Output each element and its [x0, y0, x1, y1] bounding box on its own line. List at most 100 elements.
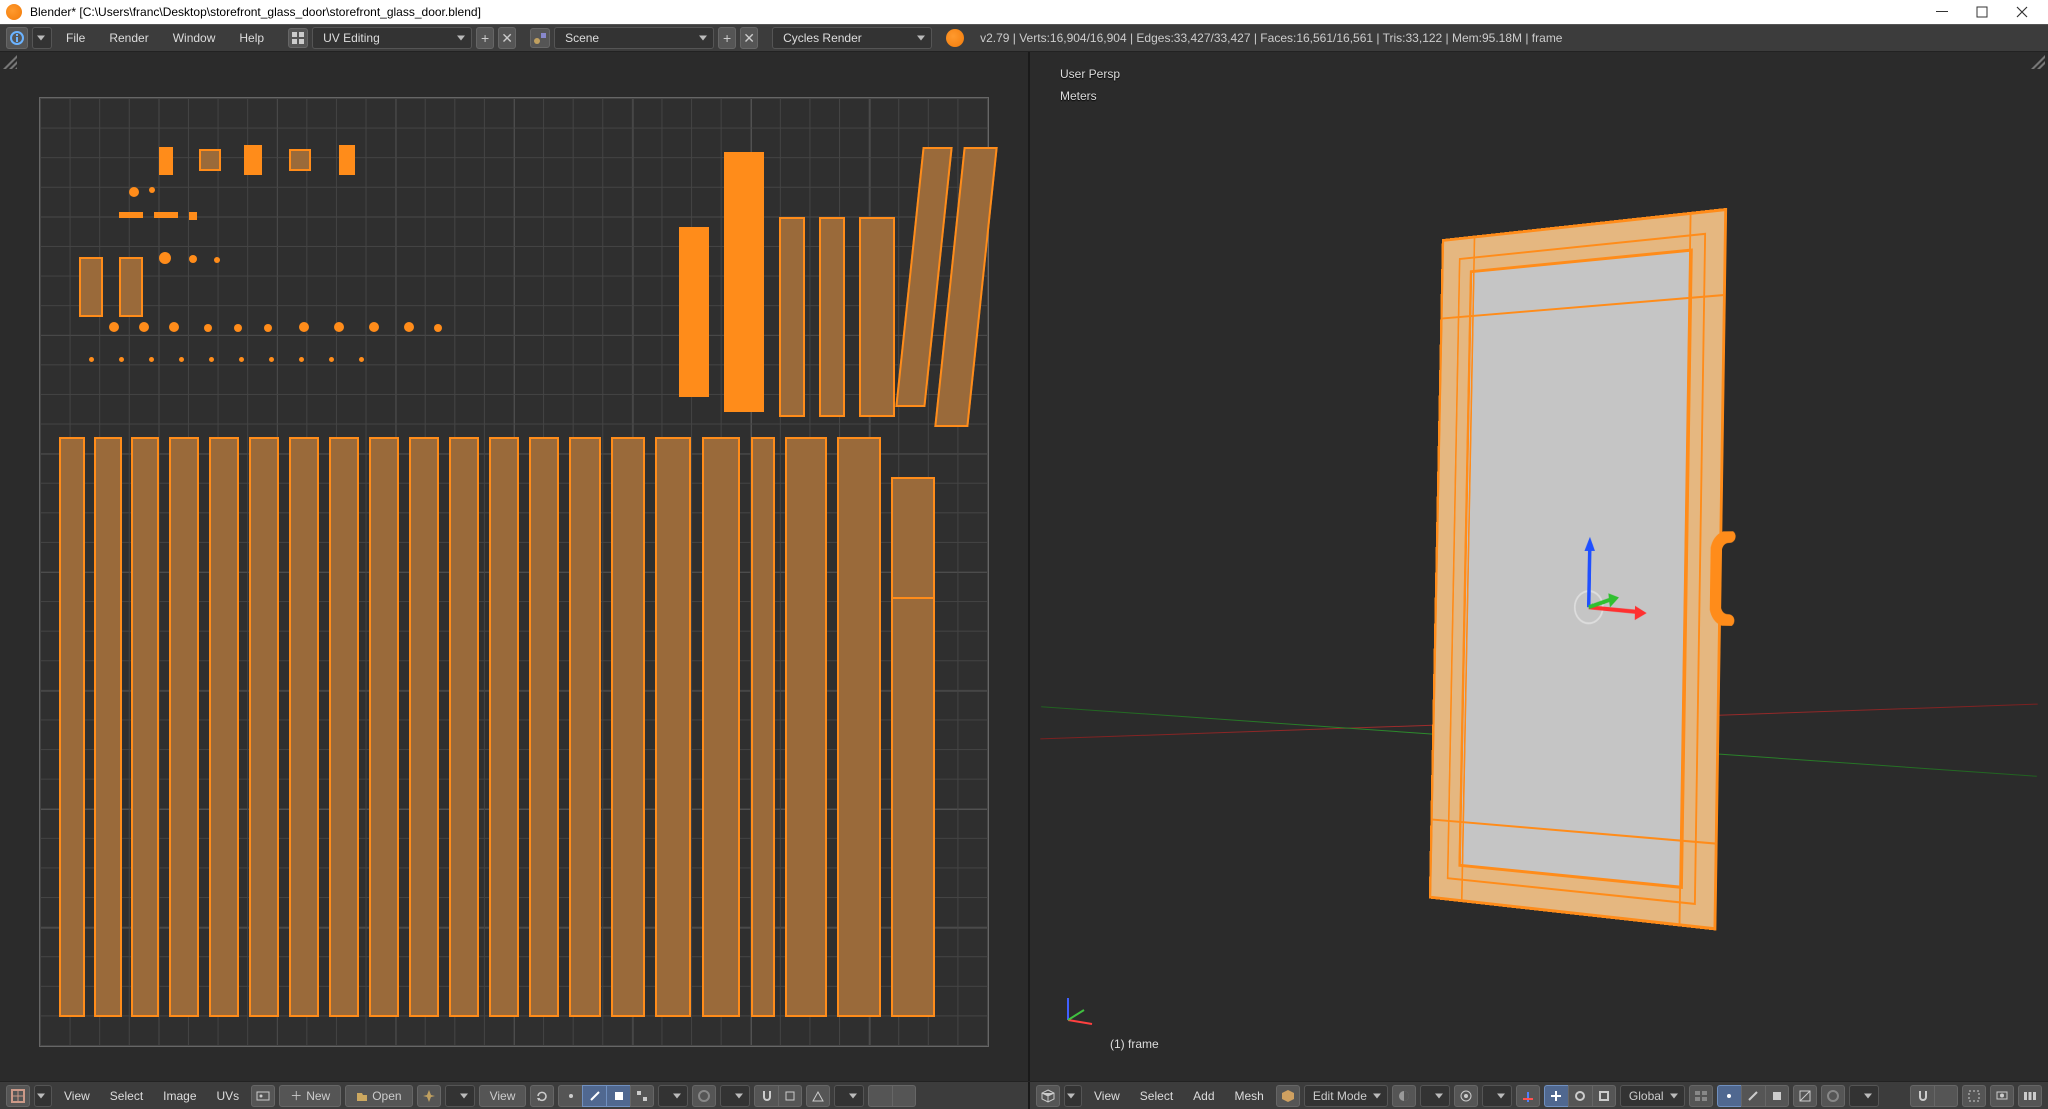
blender-icon: [946, 29, 964, 47]
edge-select-icon[interactable]: [1741, 1085, 1765, 1107]
editor-type-dropdown[interactable]: [32, 27, 52, 49]
3d-viewport[interactable]: User Persp Meters: [1030, 52, 2048, 1081]
scene-label: Scene: [565, 31, 599, 45]
orientation-label: Global: [1629, 1089, 1664, 1103]
new-image-button[interactable]: ＋ New: [279, 1085, 341, 1107]
image-link-icon[interactable]: [251, 1085, 275, 1107]
uv-menu-view2[interactable]: View: [479, 1085, 527, 1107]
layers-icon[interactable]: [1689, 1085, 1713, 1107]
close-button[interactable]: [2002, 0, 2042, 24]
orientation-dropdown[interactable]: Global: [1620, 1085, 1685, 1107]
mode-icon[interactable]: [1276, 1085, 1300, 1107]
maximize-button[interactable]: [1962, 0, 2002, 24]
uv-editor-type-dropdown[interactable]: [34, 1085, 52, 1107]
snap-3d-icon[interactable]: [1910, 1085, 1934, 1107]
3d-menu-view[interactable]: View: [1086, 1089, 1128, 1103]
rotate-manipulator-icon[interactable]: [1568, 1085, 1592, 1107]
menu-window[interactable]: Window: [163, 24, 226, 52]
uv-image-editor[interactable]: [0, 52, 1030, 1081]
uv-editor-header: View Select Image UVs ＋ New Open View: [0, 1082, 1030, 1109]
uv-menu-select[interactable]: Select: [102, 1089, 151, 1103]
uv-sync-icon[interactable]: [530, 1085, 554, 1107]
prop-falloff-3d-dropdown[interactable]: [1849, 1085, 1879, 1107]
uv-canvas[interactable]: [39, 97, 989, 1047]
main-area: User Persp Meters: [0, 52, 2048, 1081]
prop-falloff-dropdown[interactable]: [720, 1085, 750, 1107]
door-mesh[interactable]: [1429, 207, 1727, 930]
blender-logo-icon: [6, 4, 22, 20]
uv-menu-view[interactable]: View: [56, 1089, 98, 1103]
3d-menu-select[interactable]: Select: [1132, 1089, 1181, 1103]
manipulator-toggle[interactable]: [1516, 1085, 1540, 1107]
open-image-button[interactable]: Open: [345, 1085, 412, 1107]
view-units-label: Meters: [1060, 86, 1120, 108]
pivot-icon[interactable]: [1454, 1085, 1478, 1107]
snap-target-icon[interactable]: [778, 1085, 802, 1107]
remove-scene-button[interactable]: ✕: [740, 27, 758, 49]
uv-editor-type-icon[interactable]: [6, 1085, 30, 1107]
uv-edge-select-icon[interactable]: [582, 1085, 606, 1107]
render-engine-dropdown[interactable]: Cycles Render: [772, 27, 932, 49]
vertex-select-icon[interactable]: [1717, 1085, 1741, 1107]
stats-line: v2.79 | Verts:16,904/16,904 | Edges:33,4…: [980, 31, 1562, 45]
shading-icon[interactable]: [1392, 1085, 1416, 1107]
view-perspective-label: User Persp: [1060, 64, 1120, 86]
prop-edit-3d-icon[interactable]: [1821, 1085, 1845, 1107]
area-corner-icon[interactable]: [3, 55, 17, 69]
snap-icon[interactable]: [754, 1085, 778, 1107]
prop-edit-icon[interactable]: [692, 1085, 716, 1107]
cursor-icon[interactable]: [892, 1085, 916, 1107]
uv-island-select-icon[interactable]: [630, 1085, 654, 1107]
uv-vertex-select-icon[interactable]: [558, 1085, 582, 1107]
menu-help[interactable]: Help: [229, 24, 274, 52]
opengl-anim-icon[interactable]: [2018, 1085, 2042, 1107]
transform-gizmo[interactable]: [1553, 525, 1661, 652]
menu-file[interactable]: File: [56, 24, 95, 52]
menu-render[interactable]: Render: [99, 24, 158, 52]
face-select-icon[interactable]: [1765, 1085, 1789, 1107]
pin-icon[interactable]: [417, 1085, 441, 1107]
uv-face-select-icon[interactable]: [606, 1085, 630, 1107]
scene-dropdown[interactable]: Scene: [554, 27, 714, 49]
mode-label: Edit Mode: [1313, 1089, 1367, 1103]
snap-element-icon[interactable]: [1934, 1085, 1958, 1107]
uv-menu-uvs[interactable]: UVs: [209, 1089, 248, 1103]
viewport-overlay-text: User Persp Meters: [1060, 64, 1120, 107]
uv-menu-image[interactable]: Image: [155, 1089, 204, 1103]
render-border-icon[interactable]: [1962, 1085, 1986, 1107]
opengl-render-icon[interactable]: [1990, 1085, 2014, 1107]
minimize-button[interactable]: [1922, 0, 1962, 24]
add-scene-button[interactable]: +: [718, 27, 736, 49]
window-titlebar: Blender* [C:\Users\franc\Desktop\storefr…: [0, 0, 2048, 24]
3d-editor-type-icon[interactable]: [1036, 1085, 1060, 1107]
door-handle: [1710, 530, 1740, 625]
frame-label: (1) frame: [1110, 1037, 1159, 1051]
3d-menu-add[interactable]: Add: [1185, 1089, 1222, 1103]
scene-icon[interactable]: [530, 28, 550, 48]
remove-layout-button[interactable]: ✕: [498, 27, 516, 49]
info-editor-icon[interactable]: [6, 27, 28, 49]
uv-sticky-dropdown[interactable]: [658, 1085, 688, 1107]
uv-select-mode-group: [558, 1085, 654, 1107]
snap-group: [754, 1085, 802, 1107]
mode-dropdown[interactable]: Edit Mode: [1304, 1085, 1388, 1107]
occlude-icon[interactable]: [1793, 1085, 1817, 1107]
screen-layout-dropdown[interactable]: UV Editing: [312, 27, 472, 49]
uv-display-group: [868, 1085, 916, 1107]
3d-editor-type-dropdown[interactable]: [1064, 1085, 1082, 1107]
screen-layout-icon[interactable]: [288, 28, 308, 48]
mesh-select-mode-group: [1717, 1085, 1789, 1107]
scale-manipulator-icon[interactable]: [1592, 1085, 1616, 1107]
pivot-dropdown[interactable]: [445, 1085, 475, 1107]
screen-layout-label: UV Editing: [323, 31, 380, 45]
uv-channels-dropdown[interactable]: [834, 1085, 864, 1107]
axis-mini-icon: [1058, 990, 1098, 1033]
translate-manipulator-icon[interactable]: [1544, 1085, 1568, 1107]
normalized-icon[interactable]: [868, 1085, 892, 1107]
render-engine-label: Cycles Render: [783, 31, 862, 45]
shading-dropdown[interactable]: [1420, 1085, 1450, 1107]
pivot-dropdown-3d[interactable]: [1482, 1085, 1512, 1107]
3d-menu-mesh[interactable]: Mesh: [1227, 1089, 1272, 1103]
add-layout-button[interactable]: +: [476, 27, 494, 49]
uv-draw-other-icon[interactable]: [806, 1085, 830, 1107]
